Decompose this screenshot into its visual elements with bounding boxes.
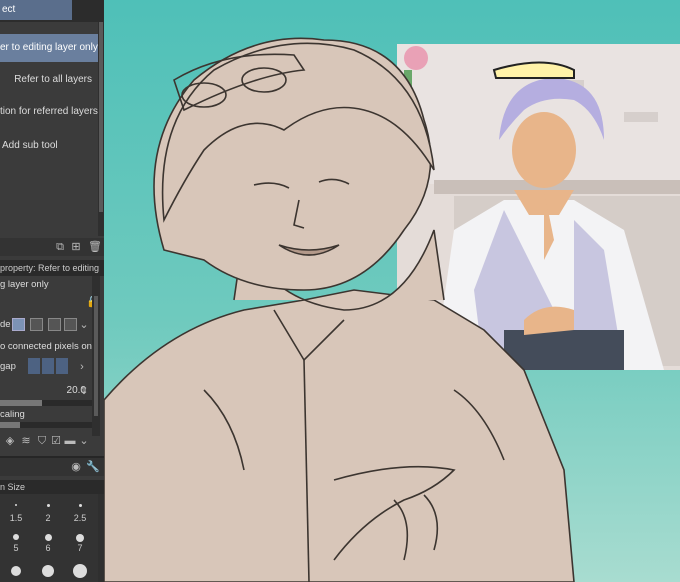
subtool-refer-all-layers[interactable]: Refer to all layers <box>0 66 98 94</box>
brush-dot <box>73 564 87 578</box>
brush-size-cell[interactable] <box>0 556 32 582</box>
brush-size-label: 7 <box>77 543 83 553</box>
brush-dot <box>76 534 84 542</box>
brush-size-cell[interactable]: 7 <box>64 526 96 554</box>
brush-size-cell[interactable] <box>32 556 64 582</box>
mode-label: de <box>0 319 11 330</box>
checkbox-icon[interactable]: ☑ <box>50 435 62 447</box>
mode-row: de ⌄ <box>0 316 104 334</box>
tool-property-header: property: Refer to editing <box>0 260 104 276</box>
brush-size-cell[interactable]: 2 <box>32 496 64 524</box>
brush-size-header: n Size <box>0 480 104 494</box>
subtool-referred-layers[interactable]: tion for referred layers <box>0 98 98 126</box>
brush-dot <box>45 534 52 541</box>
drawing-canvas[interactable] <box>104 0 680 582</box>
scaling-slider[interactable] <box>0 422 92 428</box>
brush-size-label: 2.5 <box>73 513 87 523</box>
mode-add-icon[interactable] <box>30 318 43 331</box>
canvas-artwork <box>104 37 680 582</box>
gap-row: gap › <box>0 358 104 376</box>
left-panel: ect er to editing layer only Refer to al… <box>0 0 104 582</box>
scroll-thumb[interactable] <box>99 22 103 212</box>
gap-option-2[interactable] <box>42 358 54 374</box>
brush-size-cell[interactable]: 1.5 <box>0 496 32 524</box>
property-subtitle: g layer only <box>0 279 49 290</box>
brush-size-label: 6 <box>45 543 51 553</box>
brush-size-label: 5 <box>13 543 19 553</box>
property-icons-row: ◈ ≋ ⛉ ☑ ▬ ⌄ <box>0 432 104 450</box>
folder-icon[interactable]: ▬ <box>64 435 76 447</box>
mode-intersect-icon[interactable] <box>64 318 77 331</box>
chevron-down-icon[interactable]: ⌄ <box>78 319 90 331</box>
subtool-refer-editing-layer[interactable]: er to editing layer only <box>0 34 98 62</box>
wrench-icon[interactable]: 🔧 <box>86 461 100 473</box>
brush-dot <box>79 504 82 507</box>
scaling-fill <box>0 422 20 428</box>
tab-subtool[interactable]: ect <box>0 0 72 20</box>
gap-option-3[interactable] <box>56 358 68 374</box>
chevron-right-icon[interactable]: › <box>76 361 88 373</box>
gap-option-1[interactable] <box>28 358 40 374</box>
trash-icon[interactable]: 🗑 <box>88 241 102 253</box>
subtool-icon-row: ⧉ ⊞ 🗑 <box>0 238 104 256</box>
connected-pixels-row[interactable]: o connected pixels only <box>0 338 104 356</box>
property-scrollbar[interactable] <box>92 276 100 436</box>
brush-size-cell[interactable]: 2.5 <box>64 496 96 524</box>
target-icon[interactable]: ◉ <box>70 461 82 473</box>
brush-dot <box>15 504 17 506</box>
add-subtool-button[interactable]: Add sub tool <box>0 132 98 160</box>
subtool-list: er to editing layer only Refer to all la… <box>0 22 98 236</box>
brush-size-grid: 1.5 2 2.5 5 6 7 <box>0 494 98 582</box>
brush-dot <box>11 566 21 576</box>
duplicate-icon[interactable]: ⧉ <box>54 241 66 253</box>
bucket-icon[interactable]: ⛉ <box>36 435 48 447</box>
brush-dot <box>13 534 19 540</box>
tool-property-body: g layer only 🔒 de ⌄ o connected pixels o… <box>0 276 104 476</box>
spinner-icon[interactable]: ⇕ <box>78 385 90 397</box>
gap-label: gap <box>0 361 16 372</box>
chevron-down-icon-2[interactable]: ⌄ <box>78 435 90 447</box>
brush-size-cell[interactable] <box>64 556 96 582</box>
brush-size-label: 2 <box>45 513 51 523</box>
mode-subtract-icon[interactable] <box>48 318 61 331</box>
property-footer: ◉ 🔧 <box>0 458 104 476</box>
layers-icon[interactable]: ≋ <box>20 435 32 447</box>
new-subtool-icon[interactable]: ⊞ <box>70 241 82 253</box>
layer-icon[interactable]: ◈ <box>4 435 16 447</box>
brush-dot <box>47 504 50 507</box>
mode-new-icon[interactable] <box>12 318 25 331</box>
brush-dot <box>42 565 54 577</box>
brush-size-cell[interactable]: 6 <box>32 526 64 554</box>
brush-size-label: 1.5 <box>9 513 23 523</box>
property-scroll-thumb[interactable] <box>94 296 98 416</box>
value-row: 20.0 ⇕ <box>0 382 104 400</box>
brush-size-cell[interactable]: 5 <box>0 526 32 554</box>
